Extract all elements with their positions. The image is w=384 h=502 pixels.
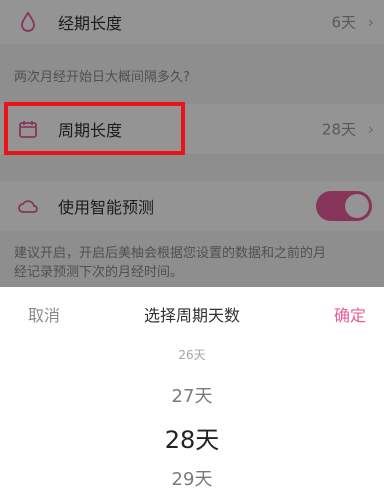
picker-option-selected[interactable]: 28天	[0, 420, 384, 455]
picker-option[interactable]: 29天	[0, 465, 384, 491]
picker-title: 选择周期天数	[143, 306, 240, 325]
highlight-box	[4, 102, 185, 155]
picker-sheet: 取消 选择周期天数 确定 26天 27天 28天 29天	[0, 287, 384, 502]
confirm-button[interactable]: 确定	[334, 302, 366, 326]
picker-option[interactable]: 27天	[0, 382, 384, 408]
picker-option[interactable]: 26天	[0, 346, 384, 363]
picker-header: 取消 选择周期天数 确定	[0, 287, 384, 337]
